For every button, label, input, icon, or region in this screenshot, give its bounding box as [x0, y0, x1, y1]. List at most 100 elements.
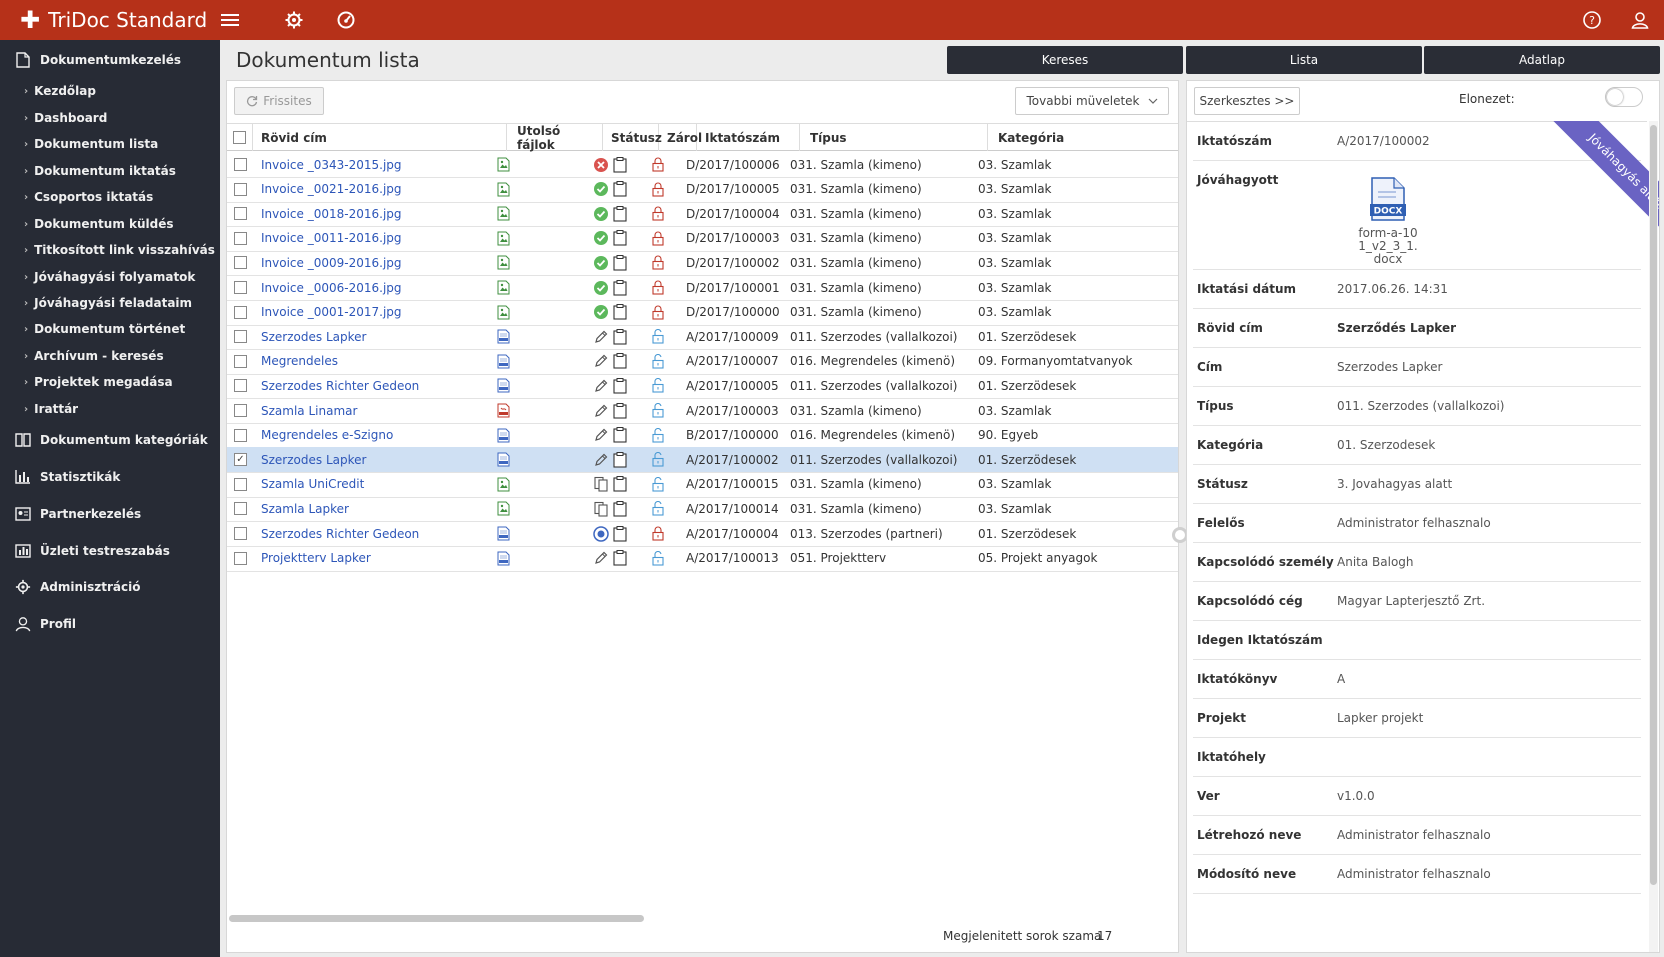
col-short-title[interactable]: Rövid cím [253, 124, 507, 151]
image-file-icon[interactable] [497, 152, 511, 177]
row-checkbox[interactable] [234, 281, 247, 294]
clipboard-icon[interactable] [613, 546, 629, 571]
row-title-link[interactable]: Invoice _0009-2016.jpg [261, 250, 501, 275]
row-checkbox[interactable] [234, 477, 247, 491]
row-checkbox[interactable] [234, 551, 247, 565]
lock-open-icon[interactable] [652, 373, 666, 398]
dashboard-gauge-icon[interactable] [334, 8, 358, 32]
lock-closed-icon[interactable] [652, 521, 666, 546]
lock-open-icon[interactable] [652, 496, 666, 521]
row-checkbox[interactable] [234, 527, 247, 540]
clipboard-icon[interactable] [613, 423, 629, 448]
lock-open-icon[interactable] [652, 324, 666, 349]
image-file-icon[interactable] [497, 177, 511, 202]
clipboard-icon[interactable] [613, 447, 629, 472]
sidebar-item-jovahagyasi-folyamatok[interactable]: › Jóváhagyási folyamatok [24, 267, 195, 287]
col-reg-no[interactable]: Iktatószám [697, 124, 800, 151]
clipboard-icon[interactable] [613, 472, 629, 497]
row-checkbox[interactable] [234, 158, 247, 171]
clipboard-icon[interactable] [613, 226, 629, 251]
table-row[interactable]: ✓ Szerzodes Lapker A/2017/100002 011. Szerz… [227, 447, 1178, 474]
refresh-button[interactable]: Frissites [234, 87, 324, 115]
row-checkbox[interactable] [234, 207, 247, 221]
sidebar-item-titkositott-link[interactable]: › Titkosított link visszahívás [24, 240, 215, 260]
row-title-link[interactable]: Invoice _0018-2016.jpg [261, 201, 501, 226]
row-title-link[interactable]: Szamla UniCredit [261, 472, 501, 497]
image-file-icon[interactable] [497, 226, 511, 251]
lock-closed-icon[interactable] [652, 201, 666, 226]
sidebar-item-projektek-megadasa[interactable]: › Projektek megadása [24, 372, 173, 392]
sidebar-section-profil[interactable]: Profil [14, 613, 76, 635]
doc-file-icon[interactable] [497, 447, 511, 472]
tab-datasheet[interactable]: Adatlap [1424, 46, 1660, 74]
sidebar-section-uzleti-testreszabas[interactable]: Üzleti testreszabás [14, 540, 170, 562]
clipboard-icon[interactable] [613, 177, 629, 202]
clipboard-icon[interactable] [613, 250, 629, 275]
row-title-link[interactable]: Megrendeles e-Szigno [261, 423, 501, 448]
row-checkbox[interactable] [234, 354, 247, 368]
scrollbar-thumb[interactable] [1650, 125, 1657, 885]
image-file-icon[interactable] [497, 300, 511, 325]
doc-file-icon[interactable] [497, 423, 511, 448]
vertical-scrollbar[interactable] [1649, 121, 1658, 952]
table-row[interactable]: Invoice _0343-2015.jpg D/2017/100006 031. … [227, 152, 1178, 178]
row-title-link[interactable]: Szamla Linamar [261, 398, 501, 423]
settings-gear-icon[interactable] [282, 8, 306, 32]
table-row[interactable]: Szamla UniCredit A/2017/100015 031. Szamla… [227, 472, 1178, 498]
row-checkbox[interactable] [234, 305, 247, 319]
lock-open-icon[interactable] [652, 423, 666, 448]
lock-open-icon[interactable] [652, 349, 666, 374]
pdf-file-icon[interactable] [497, 398, 511, 423]
lock-open-icon[interactable] [652, 398, 666, 423]
select-all-checkbox[interactable] [233, 131, 246, 144]
table-row[interactable]: Szamla Linamar A/2017/100003 031. Szamla (… [227, 398, 1178, 424]
row-title-link[interactable]: Szerzodes Lapker [261, 447, 501, 472]
row-title-link[interactable]: Szerzodes Richter Gedeon [261, 373, 501, 398]
lock-closed-icon[interactable] [652, 226, 666, 251]
image-file-icon[interactable] [497, 275, 511, 300]
table-row[interactable]: Szerzodes Lapker A/2017/100009 011. Szerzo… [227, 324, 1178, 351]
col-type[interactable]: Típus [800, 124, 988, 151]
col-last-files[interactable]: Utolsó fájlok [507, 124, 603, 152]
sidebar-item-csoportos-iktatas[interactable]: › Csoportos iktatás [24, 187, 153, 207]
table-row[interactable]: Megrendeles A/2017/100007 016. Megrendeles… [227, 349, 1178, 375]
sidebar-section-dokumentum-kategoriak[interactable]: Dokumentum kategóriák [14, 429, 208, 451]
row-checkbox[interactable] [234, 256, 247, 270]
table-row[interactable]: Invoice _0011-2016.jpg D/2017/100003 031. … [227, 226, 1178, 252]
row-checkbox[interactable] [234, 502, 247, 516]
sidebar-item-dokumentum-iktatas[interactable]: › Dokumentum iktatás [24, 161, 176, 181]
row-title-link[interactable]: Szamla Lapker [261, 496, 501, 521]
row-title-link[interactable]: Megrendeles [261, 349, 501, 374]
sidebar-item-dokumentum-tortenet[interactable]: › Dokumentum történet [24, 319, 185, 339]
table-row[interactable]: Szerzodes Richter Gedeon A/2017/100004 013… [227, 521, 1178, 547]
sidebar-section-statisztikak[interactable]: Statisztikák [14, 466, 120, 488]
sidebar-item-dokumentum-lista[interactable]: › Dokumentum lista [24, 134, 158, 154]
table-row[interactable]: Invoice _0009-2016.jpg D/2017/100002 031. … [227, 250, 1178, 277]
col-status[interactable]: Státusz [603, 124, 662, 151]
more-actions-dropdown[interactable]: Tovabbi müveletek [1015, 87, 1169, 115]
table-row[interactable]: Projektterv Lapker A/2017/100013 051. Proj… [227, 546, 1178, 572]
sidebar-section-partnerkezeles[interactable]: Partnerkezelés [14, 503, 141, 525]
lock-open-icon[interactable] [652, 447, 666, 472]
row-title-link[interactable]: Invoice _0001-2017.jpg [261, 300, 501, 325]
doc-file-icon[interactable] [497, 521, 511, 546]
row-title-link[interactable]: Szerzodes Richter Gedeon [261, 521, 501, 546]
lock-closed-icon[interactable] [652, 152, 666, 177]
lock-open-icon[interactable] [652, 472, 666, 497]
lock-closed-icon[interactable] [652, 177, 666, 202]
row-checkbox[interactable] [234, 428, 247, 442]
clipboard-icon[interactable] [613, 275, 629, 300]
image-file-icon[interactable] [497, 250, 511, 275]
row-title-link[interactable]: Projektterv Lapker [261, 546, 501, 571]
clipboard-icon[interactable] [613, 373, 629, 398]
lock-closed-icon[interactable] [652, 275, 666, 300]
table-row[interactable]: Szerzodes Richter Gedeon A/2017/100005 011… [227, 373, 1178, 400]
table-row[interactable]: Invoice _0018-2016.jpg D/2017/100004 031. … [227, 201, 1178, 228]
preview-toggle[interactable] [1605, 87, 1643, 107]
edit-button[interactable]: Szerkesztes >> [1194, 87, 1300, 115]
clipboard-icon[interactable] [613, 201, 629, 226]
lock-open-icon[interactable] [652, 546, 666, 571]
tab-search[interactable]: Kereses [947, 46, 1183, 74]
row-checkbox[interactable] [234, 379, 247, 393]
clipboard-icon[interactable] [613, 152, 629, 177]
